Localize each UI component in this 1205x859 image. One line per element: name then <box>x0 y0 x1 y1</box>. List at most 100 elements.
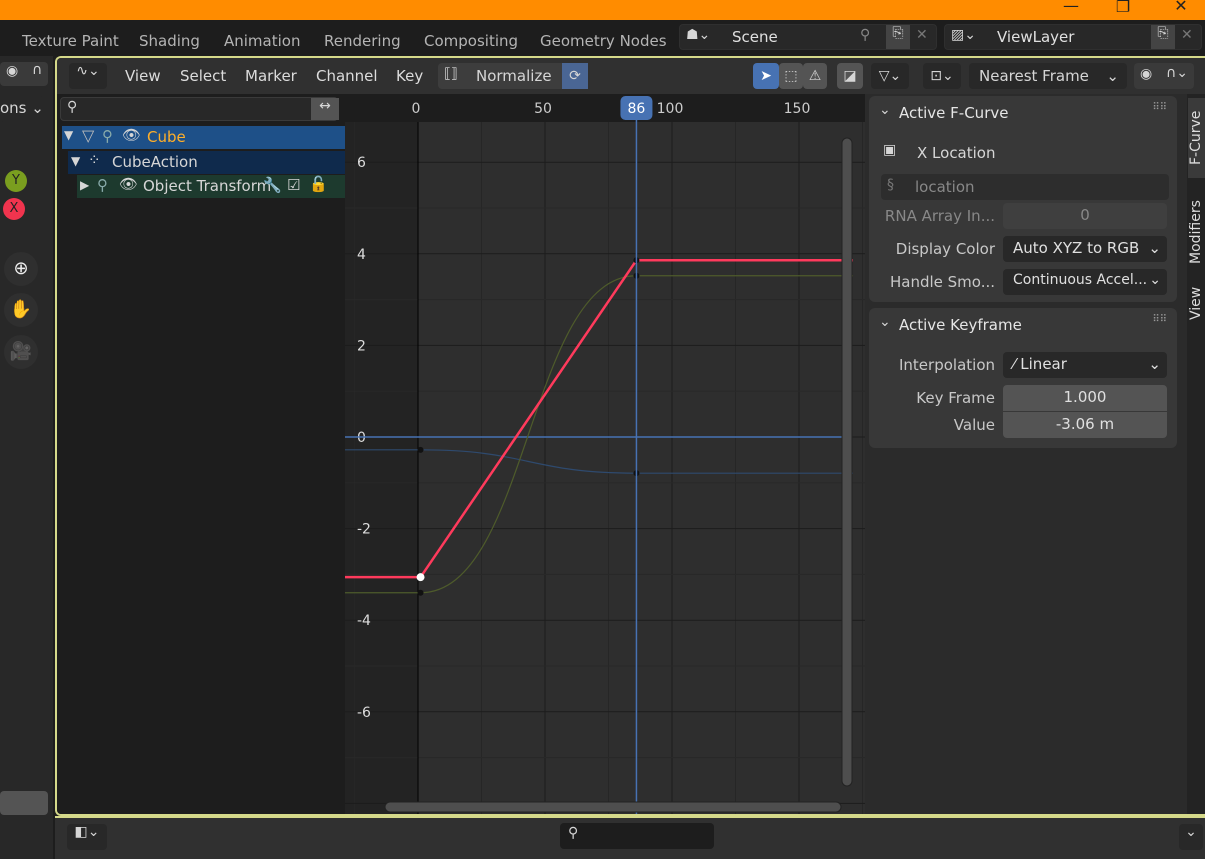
errors-warning-icon[interactable]: ⚠ <box>803 63 827 89</box>
vertical-scrollbar[interactable] <box>841 137 853 787</box>
menu-key[interactable]: Key <box>396 67 423 85</box>
scene-selector[interactable]: ☗⌄ Scene ⚲ ⎘ ✕ <box>679 24 937 50</box>
eye-icon[interactable]: 👁 <box>119 175 138 193</box>
only-selected-icon[interactable]: ➤ <box>753 63 779 89</box>
channel-object-transform[interactable]: ▶ ⚲ 👁 Object Transform 🔧 ☑ 🔓 <box>77 175 345 198</box>
timeline-footer: ◧⌄ ⚲ ⌄ <box>55 816 1205 859</box>
fcurve-channel-name: X Location <box>917 144 996 162</box>
channel-label: Object Transform <box>143 177 272 195</box>
current-frame-label: 86 <box>628 101 646 117</box>
eye-icon[interactable]: 👁 <box>122 126 141 144</box>
frame-tick-label: 100 <box>657 101 684 117</box>
display-color-dropdown[interactable]: Auto XYZ to RGB ⌄ <box>1003 236 1167 262</box>
panel-title[interactable]: Active Keyframe <box>899 316 1022 334</box>
editor-type-icon[interactable]: ◧⌄ <box>67 824 107 850</box>
image-icon: ▨⌄ <box>951 27 976 43</box>
pin-icon[interactable]: ⚲ <box>860 27 870 43</box>
data-path-field[interactable]: § location <box>881 174 1169 200</box>
copy-icon[interactable]: ⎘ <box>1151 25 1175 49</box>
tab-view[interactable]: View <box>1188 280 1204 326</box>
normalize-toggle[interactable]: ⟦⟧ Normalize ⟳ <box>438 63 588 89</box>
expand-icon[interactable]: ▼ <box>71 154 80 168</box>
fcurve-color-icon: ▣ <box>883 142 897 158</box>
auto-normalize-icon[interactable]: ⟳ <box>562 63 588 89</box>
cursor-icon[interactable]: ◪ <box>837 63 863 89</box>
menu-select[interactable]: Select <box>180 67 226 85</box>
hand-pan-icon[interactable]: ✋ <box>4 293 38 327</box>
sidebar-tabs: F-Curve Modifiers View <box>1187 94 1205 814</box>
lock-icon[interactable]: 🔓 <box>309 175 328 193</box>
tab-compositing[interactable]: Compositing <box>424 32 518 50</box>
copy-icon[interactable]: ⎘ <box>886 25 910 49</box>
close-icon[interactable]: ✕ <box>1181 27 1193 43</box>
swap-icon[interactable]: ↔ <box>311 98 339 120</box>
drag-handle-icon[interactable]: ⠿⠿ <box>1152 102 1167 113</box>
key-frame-field[interactable]: 1.000 <box>1003 385 1167 411</box>
value-field[interactable]: -3.06 m <box>1003 412 1167 438</box>
viewport-button[interactable] <box>0 791 48 815</box>
channel-cube[interactable]: ▼ ▽ ⚲ 👁 Cube <box>62 126 345 149</box>
handle-smoothing-value: Continuous Accel... <box>1013 272 1148 288</box>
gizmo-x-axis[interactable]: X <box>3 198 25 220</box>
snap-dropdown[interactable]: Nearest Frame ⌄ <box>969 63 1127 89</box>
camera-icon[interactable]: 🎥 <box>4 335 38 369</box>
pivot-icon[interactable]: ⊡⌄ <box>923 63 961 89</box>
show-hidden-icon[interactable]: ⬚ <box>779 63 803 89</box>
channel-search-input[interactable]: ⚲ ↔ <box>60 97 339 121</box>
expand-icon[interactable]: ▶ <box>80 178 89 192</box>
chevron-down-icon[interactable]: ⌄ <box>879 314 891 330</box>
maximize-icon[interactable]: ❐ <box>1108 0 1138 16</box>
normalize-label: Normalize <box>476 67 552 85</box>
chevron-down-icon[interactable]: ⌄ <box>1179 824 1203 850</box>
interpolation-dropdown[interactable]: ⁄ Linear ⌄ <box>1003 352 1167 378</box>
pin-icon[interactable]: ⚲ <box>102 127 113 145</box>
chevron-down-icon: ⌄ <box>1148 355 1161 373</box>
menu-channel[interactable]: Channel <box>316 67 378 85</box>
tab-animation[interactable]: Animation <box>224 32 300 50</box>
filter-icon[interactable]: ▽⌄ <box>871 63 909 89</box>
active-keyframe-panel: ⌄ Active Keyframe ⠿⠿ Interpolation ⁄ Lin… <box>869 308 1177 448</box>
editor-type-icon[interactable]: ∿⌄ <box>69 63 107 89</box>
view-layer-name[interactable]: ViewLayer <box>997 28 1074 46</box>
horizontal-scrollbar[interactable] <box>384 801 842 813</box>
channel-cubeaction[interactable]: ▼ ⁘ CubeAction <box>68 151 345 174</box>
keyframe-point <box>417 589 424 596</box>
drag-handle-icon[interactable]: ⠿⠿ <box>1152 314 1167 325</box>
checkbox-icon[interactable]: ☑ <box>287 176 300 194</box>
handle-smoothing-dropdown[interactable]: Continuous Accel... ⌄ <box>1003 269 1167 295</box>
tab-geometry-nodes[interactable]: Geometry Nodes <box>540 32 667 50</box>
tab-texture-paint[interactable]: Texture Paint <box>22 32 119 50</box>
tab-fcurve[interactable]: F-Curve <box>1188 98 1205 178</box>
menu-marker[interactable]: Marker <box>245 67 297 85</box>
wrench-icon[interactable]: 🔧 <box>263 176 282 194</box>
tab-shading[interactable]: Shading <box>139 32 200 50</box>
graph-area[interactable]: 0 50 100 150 6 4 2 0 -2 -4 -6 86 <box>345 94 865 816</box>
scene-name[interactable]: Scene <box>732 28 778 46</box>
pin-icon[interactable]: ⚲ <box>97 176 108 194</box>
tab-modifiers[interactable]: Modifiers <box>1188 186 1204 278</box>
zoom-icon[interactable]: ⊕ <box>4 252 38 286</box>
value-tick-label: 6 <box>357 155 366 171</box>
view-layer-selector[interactable]: ▨⌄ ViewLayer ⎘ ✕ <box>944 24 1202 50</box>
viewport-dropdown[interactable]: ons ⌄ <box>0 96 44 122</box>
frame-tick-label: 50 <box>534 101 552 117</box>
rna-index-field[interactable]: 0 <box>1003 203 1167 229</box>
search-input[interactable]: ⚲ <box>560 823 714 849</box>
shading-buttons[interactable]: ◉ ∩ <box>0 62 48 86</box>
value-tick-label: -6 <box>357 705 371 721</box>
gizmo-y-axis[interactable]: Y <box>5 170 27 192</box>
tab-rendering[interactable]: Rendering <box>324 32 401 50</box>
frame-tick-label: 0 <box>412 101 421 117</box>
close-icon[interactable]: ✕ <box>916 27 928 43</box>
graph-editor: ∿⌄ View Select Marker Channel Key ⟦⟧ Nor… <box>55 56 1205 816</box>
proportional-editing[interactable]: ◉ ∩⌄ <box>1134 63 1194 89</box>
minimize-icon[interactable]: — <box>1056 0 1086 15</box>
normalize-icon: ⟦⟧ <box>444 66 458 82</box>
expand-icon[interactable]: ▼ <box>64 128 73 142</box>
menu-view[interactable]: View <box>125 67 161 85</box>
chevron-down-icon: ⌄ <box>1106 67 1119 85</box>
close-icon[interactable]: ✕ <box>1166 0 1196 15</box>
chevron-down-icon[interactable]: ⌄ <box>879 102 891 118</box>
graph-editor-header: ∿⌄ View Select Marker Channel Key ⟦⟧ Nor… <box>57 58 1205 94</box>
panel-title[interactable]: Active F-Curve <box>899 104 1008 122</box>
